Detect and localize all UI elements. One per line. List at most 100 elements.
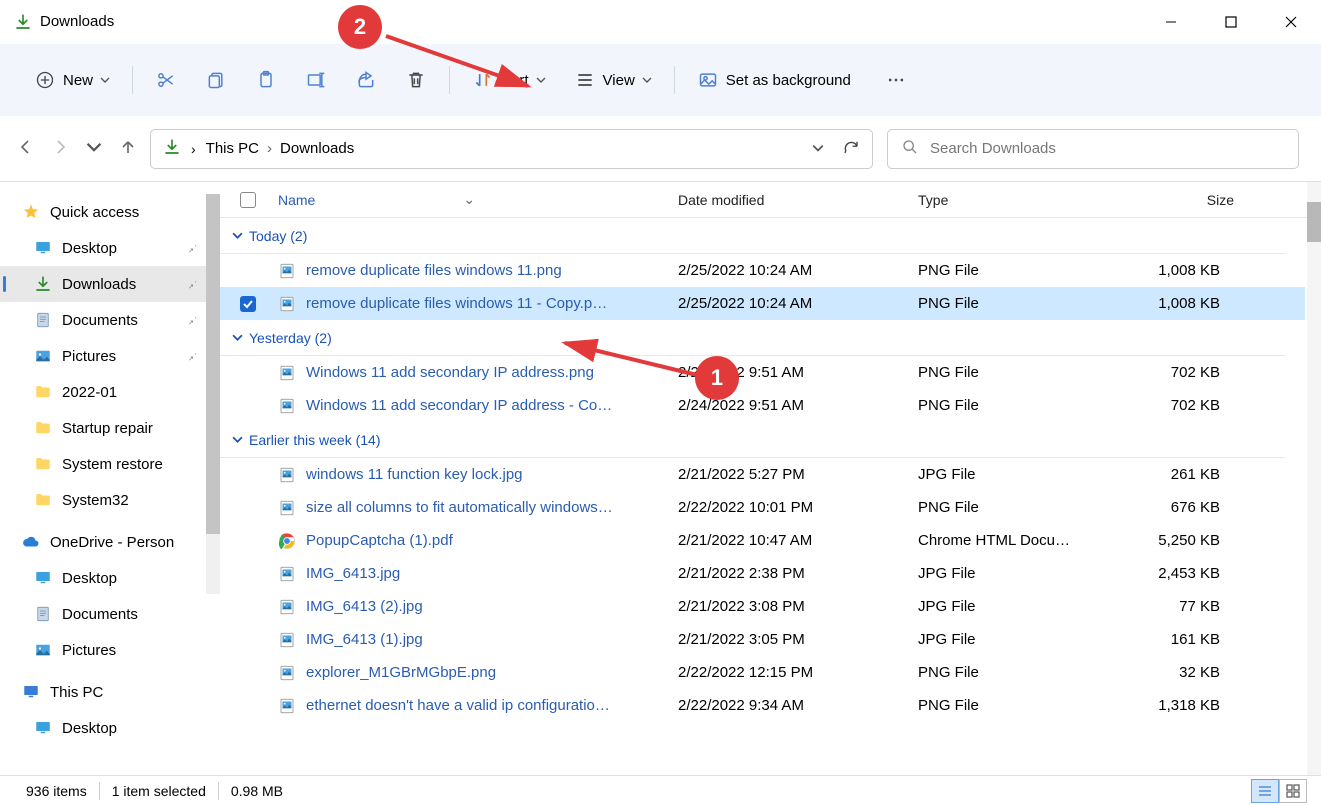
set-background-button[interactable]: Set as background: [683, 60, 865, 100]
sidebar-item[interactable]: Documents: [0, 302, 220, 338]
paste-button[interactable]: [241, 60, 291, 100]
status-bar: 936 items 1 item selected 0.98 MB: [0, 775, 1321, 805]
file-name: Windows 11 add secondary IP address - Co…: [306, 397, 612, 414]
select-all-checkbox[interactable]: [240, 192, 256, 208]
file-date: 2/21/2022 3:08 PM: [678, 598, 918, 615]
sidebar-item[interactable]: 2022-01: [0, 374, 220, 410]
file-date: 2/21/2022 2:38 PM: [678, 565, 918, 582]
file-name: windows 11 function key lock.jpg: [306, 466, 523, 483]
maximize-button[interactable]: [1201, 0, 1261, 44]
details-view-button[interactable]: [1251, 779, 1279, 803]
up-button[interactable]: [120, 139, 136, 158]
file-icon: [278, 598, 296, 616]
file-row[interactable]: windows 11 function key lock.jpg2/21/202…: [220, 458, 1305, 491]
file-row[interactable]: size all columns to fit automatically wi…: [220, 491, 1305, 524]
chevron-down-icon: [642, 75, 652, 85]
sidebar-scrollbar-thumb[interactable]: [206, 194, 220, 534]
file-row[interactable]: IMG_6413 (2).jpg 2/21/2022 3:08 PMJPG Fil…: [220, 590, 1305, 623]
sidebar-onedrive[interactable]: OneDrive - Person: [0, 524, 220, 560]
downloads-icon: [14, 13, 32, 31]
column-size[interactable]: Size: [1126, 192, 1246, 208]
file-type: JPG File: [918, 631, 1126, 648]
file-date: 2/22/2022 12:15 PM: [678, 664, 918, 681]
close-button[interactable]: [1261, 0, 1321, 44]
icons-view-button[interactable]: [1279, 779, 1307, 803]
file-type: JPG File: [918, 598, 1126, 615]
cloud-icon: [22, 533, 40, 551]
rename-icon: [305, 69, 327, 91]
sidebar-item[interactable]: Desktop: [0, 710, 220, 746]
file-name: IMG_6413 (2).jpg: [306, 598, 423, 615]
copy-button[interactable]: [191, 60, 241, 100]
plus-icon: [34, 69, 56, 91]
chevron-down-icon: ⌄: [463, 191, 475, 208]
forward-button[interactable]: [52, 139, 68, 158]
address-bar[interactable]: › This PC › Downloads: [150, 129, 873, 169]
back-button[interactable]: [18, 139, 34, 158]
file-type: PNG File: [918, 499, 1126, 516]
column-type[interactable]: Type: [918, 192, 1126, 208]
file-type: JPG File: [918, 466, 1126, 483]
file-row[interactable]: IMG_6413 (1).jpg2/21/2022 3:05 PMJPG Fil…: [220, 623, 1305, 656]
file-name: PopupCaptcha (1).pdf: [306, 532, 453, 549]
refresh-button[interactable]: [842, 138, 860, 159]
breadcrumb-root[interactable]: This PC: [206, 140, 259, 157]
file-type: PNG File: [918, 295, 1126, 312]
file-icon: [278, 364, 296, 382]
file-row[interactable]: ethernet doesn't have a valid ip configu…: [220, 689, 1305, 722]
minimize-button[interactable]: [1141, 0, 1201, 44]
sidebar-item[interactable]: System restore: [0, 446, 220, 482]
folder-icon: [34, 347, 52, 365]
share-icon: [355, 69, 377, 91]
sidebar-item[interactable]: Desktop: [0, 560, 220, 596]
sidebar-item[interactable]: Downloads: [0, 266, 220, 302]
checkbox[interactable]: [240, 296, 256, 312]
file-date: 2/21/2022 10:47 AM: [678, 532, 918, 549]
sidebar-item[interactable]: Pictures: [0, 338, 220, 374]
sidebar-thispc[interactable]: This PC: [0, 674, 220, 710]
more-icon: [885, 69, 907, 91]
file-row[interactable]: IMG_6413.jpg2/21/2022 2:38 PMJPG File2,4…: [220, 557, 1305, 590]
sidebar-item[interactable]: Pictures: [0, 632, 220, 668]
group-header[interactable]: Today (2): [220, 218, 1285, 254]
file-scrollbar[interactable]: [1307, 182, 1321, 775]
file-date: 2/22/2022 10:01 PM: [678, 499, 918, 516]
status-items: 936 items: [14, 782, 100, 800]
search-icon: [902, 139, 918, 159]
file-row[interactable]: Windows 11 add secondary IP address.png2…: [220, 356, 1305, 389]
column-date[interactable]: Date modified: [678, 192, 918, 208]
sidebar-item[interactable]: System32: [0, 482, 220, 518]
sidebar-quick-access[interactable]: Quick access: [0, 194, 220, 230]
view-button[interactable]: View: [560, 60, 666, 100]
search-input[interactable]: Search Downloads: [887, 129, 1299, 169]
folder-icon: [34, 383, 52, 401]
file-scrollbar-thumb[interactable]: [1307, 202, 1321, 242]
sidebar: Quick access DesktopDownloadsDocumentsPi…: [0, 182, 220, 775]
recent-button[interactable]: [86, 139, 102, 158]
pin-icon: [186, 276, 198, 293]
more-button[interactable]: [871, 60, 921, 100]
file-row[interactable]: explorer_M1GBrMGbpE.png2/22/2022 12:15 P…: [220, 656, 1305, 689]
cut-button[interactable]: [141, 60, 191, 100]
file-row[interactable]: PopupCaptcha (1).pdf2/21/2022 10:47 AMCh…: [220, 524, 1305, 557]
address-row: › This PC › Downloads Search Downloads: [0, 116, 1321, 182]
file-row[interactable]: remove duplicate files windows 11.png2/2…: [220, 254, 1305, 287]
group-header[interactable]: Yesterday (2): [220, 320, 1285, 356]
file-row[interactable]: remove duplicate files windows 11 - Copy…: [220, 287, 1305, 320]
column-name[interactable]: Name⌄: [278, 191, 678, 208]
file-name: remove duplicate files windows 11 - Copy…: [306, 295, 607, 312]
group-header[interactable]: Earlier this week (14): [220, 422, 1285, 458]
clipboard-icon: [255, 69, 277, 91]
chevron-down-icon[interactable]: [812, 141, 824, 157]
file-size: 702 KB: [1126, 397, 1246, 414]
file-name: remove duplicate files windows 11.png: [306, 262, 562, 279]
file-row[interactable]: Windows 11 add secondary IP address - Co…: [220, 389, 1305, 422]
new-button[interactable]: New: [20, 60, 124, 100]
chevron-down-icon: [100, 75, 110, 85]
breadcrumb-folder[interactable]: Downloads: [280, 140, 354, 157]
sidebar-item[interactable]: Documents: [0, 596, 220, 632]
sidebar-item[interactable]: Desktop: [0, 230, 220, 266]
rename-button[interactable]: [291, 60, 341, 100]
status-size: 0.98 MB: [219, 782, 295, 800]
sidebar-item[interactable]: Startup repair: [0, 410, 220, 446]
